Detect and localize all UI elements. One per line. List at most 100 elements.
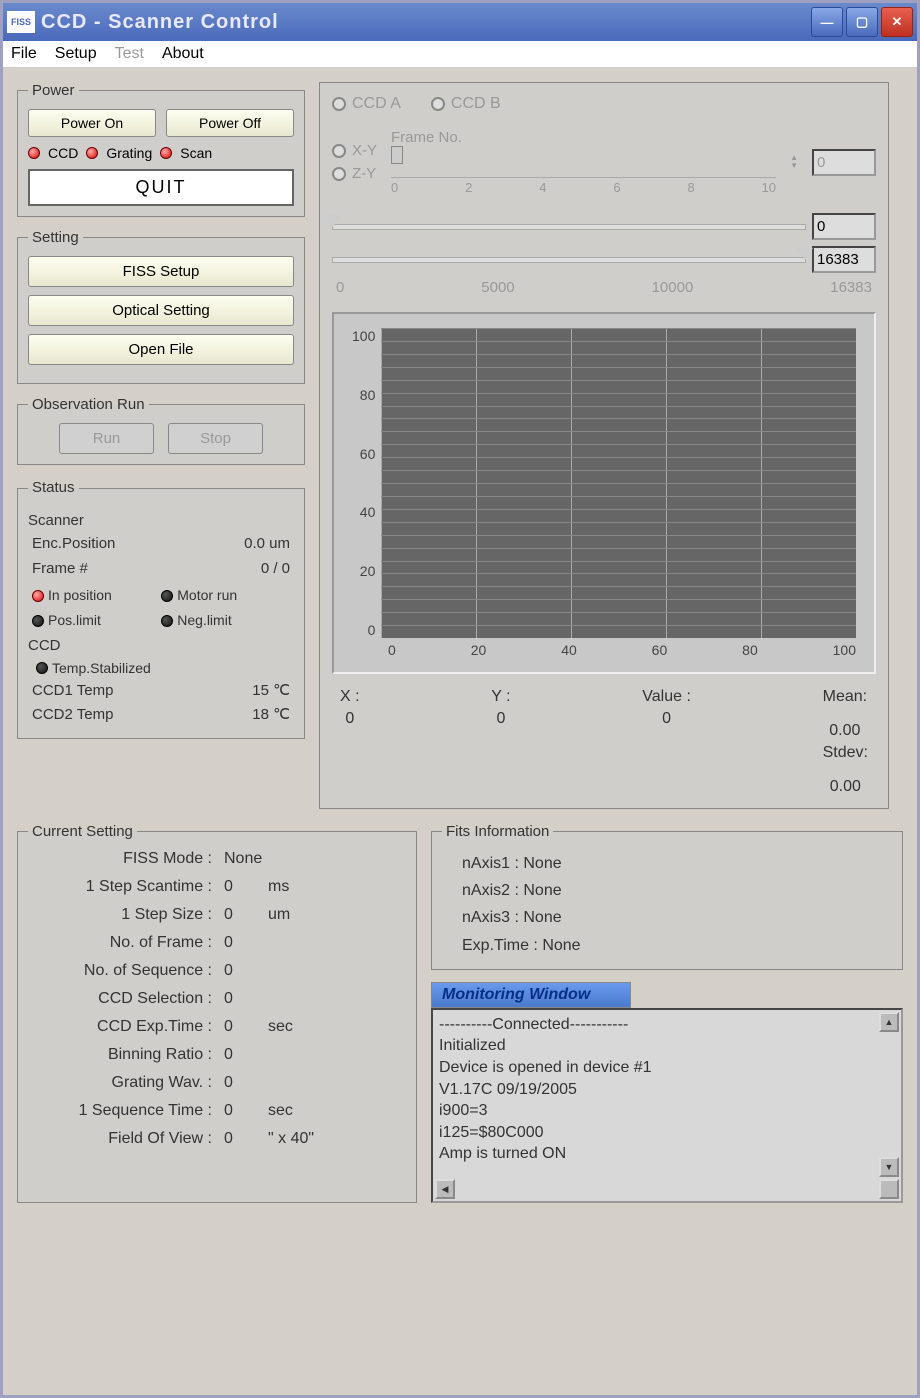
setting-unit: " x 40"	[268, 1130, 328, 1148]
menu-file[interactable]: File	[11, 45, 37, 63]
monitor-line: i125=$80C000	[439, 1122, 895, 1144]
status-legend: Status	[28, 477, 79, 500]
monitoring-window-title: Monitoring Window	[431, 982, 631, 1008]
minimize-button[interactable]: —	[811, 7, 843, 37]
setting-value: 0	[218, 1074, 268, 1092]
frame-num-label: Frame #	[32, 558, 88, 581]
setting-unit	[268, 990, 328, 1008]
setting-unit	[268, 1046, 328, 1064]
setting-unit	[268, 962, 328, 980]
chart-x-axis: 0 20 40 60 80 100	[352, 638, 856, 658]
monitor-line: i900=3	[439, 1100, 895, 1122]
zy-radio[interactable]: Z-Y	[332, 165, 377, 182]
temp-stab-led-icon	[36, 662, 48, 674]
grating-led-label: Grating	[106, 145, 152, 161]
xy-radio[interactable]: X-Y	[332, 142, 377, 159]
motor-run-led-icon	[161, 590, 173, 602]
setting-label: No. of Sequence :	[28, 962, 218, 980]
setting-legend: Setting	[28, 229, 83, 246]
display-panel: CCD A CCD B X-Y Z-Y Frame No. 0 2 4	[319, 82, 889, 809]
status-scanner-heading: Scanner	[28, 510, 294, 533]
scroll-left-icon[interactable]: ◀	[435, 1179, 455, 1199]
chart-plot[interactable]	[381, 328, 856, 638]
close-button[interactable]: ✕	[881, 7, 913, 37]
frame-spinner[interactable]: ▲▼	[790, 154, 798, 170]
temp-stab-label: Temp.Stabilized	[52, 658, 151, 679]
pos-limit-label: Pos.limit	[48, 610, 101, 631]
setting-label: CCD Selection :	[28, 990, 218, 1008]
pos-limit-led-icon	[32, 615, 44, 627]
frame-slider[interactable]	[391, 150, 776, 178]
setting-label: CCD Exp.Time :	[28, 1018, 218, 1036]
menu-about[interactable]: About	[162, 45, 204, 63]
setting-value: 0	[218, 934, 268, 952]
grating-led-icon	[86, 147, 98, 159]
fiss-setup-button[interactable]: FISS Setup	[28, 256, 294, 287]
chart-y-axis: 0 20 40 60 80 100	[352, 328, 381, 638]
menubar: File Setup Test About	[3, 41, 917, 68]
monitoring-window[interactable]: ----------Connected----------- Initializ…	[431, 1008, 903, 1203]
enc-position-value: 0.0 um	[244, 533, 290, 556]
power-on-button[interactable]: Power On	[28, 109, 156, 137]
power-legend: Power	[28, 82, 79, 99]
fits-legend: Fits Information	[442, 823, 553, 840]
fits-naxis2: nAxis2 : None	[462, 877, 892, 904]
optical-setting-button[interactable]: Optical Setting	[28, 295, 294, 326]
current-setting-group: Current Setting FISS Mode :None1 Step Sc…	[17, 823, 417, 1203]
power-off-button[interactable]: Power Off	[166, 109, 294, 137]
scroll-up-icon[interactable]: ▲	[879, 1012, 899, 1032]
frame-num-value: 0 / 0	[261, 558, 290, 581]
setting-unit: sec	[268, 1102, 328, 1120]
scan-led-icon	[160, 147, 172, 159]
fits-naxis1: nAxis1 : None	[462, 850, 892, 877]
setting-value: 0	[218, 878, 268, 896]
setting-value: 0	[218, 962, 268, 980]
range-lo-slider[interactable]	[332, 224, 806, 230]
setting-value: 0	[218, 1130, 268, 1148]
quit-button[interactable]: QUIT	[28, 169, 294, 206]
setting-unit: sec	[268, 1018, 328, 1036]
frame-value-input[interactable]: 0	[812, 149, 876, 176]
ccd-led-label: CCD	[48, 145, 78, 161]
observation-run-group: Observation Run Run Stop	[17, 396, 305, 465]
window-title: CCD - Scanner Control	[41, 11, 811, 34]
setting-label: No. of Frame :	[28, 934, 218, 952]
range-lo-input[interactable]: 0	[812, 213, 876, 240]
setting-label: Grating Wav. :	[28, 1074, 218, 1092]
scroll-down-icon[interactable]: ▼	[879, 1157, 899, 1177]
ccd-b-radio[interactable]: CCD B	[431, 95, 501, 113]
setting-unit	[268, 850, 328, 868]
ccd2-temp-label: CCD2 Temp	[32, 704, 113, 727]
setting-label: 1 Step Size :	[28, 906, 218, 924]
monitor-line: Amp is turned ON	[439, 1143, 895, 1165]
app-window: FISS CCD - Scanner Control — ▢ ✕ File Se…	[0, 0, 920, 1398]
status-ccd-heading: CCD	[28, 635, 294, 658]
ccd1-temp-value: 15 ℃	[252, 680, 290, 703]
menu-setup[interactable]: Setup	[55, 45, 97, 63]
ccd-led-icon	[28, 147, 40, 159]
setting-value: 0	[218, 1046, 268, 1064]
motor-run-label: Motor run	[177, 585, 237, 606]
run-button[interactable]: Run	[59, 423, 154, 454]
setting-label: Binning Ratio :	[28, 1046, 218, 1064]
neg-limit-led-icon	[161, 615, 173, 627]
setting-unit: ms	[268, 878, 328, 896]
setting-value: 0	[218, 990, 268, 1008]
maximize-button[interactable]: ▢	[846, 7, 878, 37]
menu-test[interactable]: Test	[115, 45, 144, 63]
setting-label: 1 Sequence Time :	[28, 1102, 218, 1120]
setting-unit	[268, 934, 328, 952]
setting-group: Setting FISS Setup Optical Setting Open …	[17, 229, 305, 384]
setting-value: 0	[218, 906, 268, 924]
range-hi-input[interactable]: 16383	[812, 246, 876, 273]
scan-led-label: Scan	[180, 145, 212, 161]
range-hi-slider[interactable]	[332, 257, 806, 263]
setting-value: 0	[218, 1102, 268, 1120]
app-icon: FISS	[7, 11, 35, 33]
open-file-button[interactable]: Open File	[28, 334, 294, 365]
monitor-line: Device is opened in device #1	[439, 1057, 895, 1079]
chart-panel: 0 20 40 60 80 100 0 20 40 60	[332, 312, 876, 674]
stop-button[interactable]: Stop	[168, 423, 263, 454]
ccd-a-radio[interactable]: CCD A	[332, 95, 401, 113]
ccd1-temp-label: CCD1 Temp	[32, 680, 113, 703]
